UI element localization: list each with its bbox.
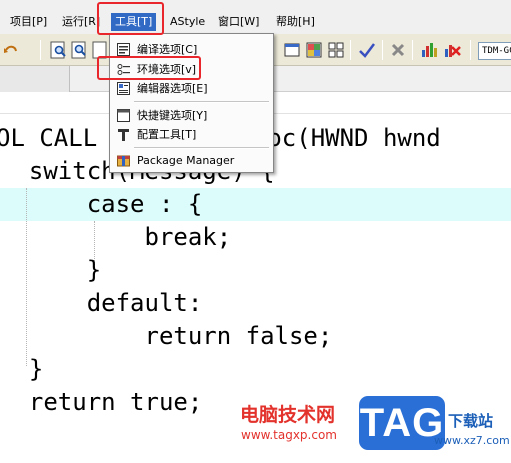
code-line: default:: [0, 289, 203, 317]
environment-options-highlight: [97, 56, 201, 80]
code-line: return true;: [0, 388, 203, 416]
toolbar-separator: [382, 40, 383, 60]
menu-item-label: Package Manager: [137, 154, 235, 167]
build-config-select[interactable]: TDM-GCC: [478, 42, 511, 60]
menu-item-label: 编辑器选项[E]: [137, 82, 208, 95]
menu-bar: 项目[P] 运行[R] 工具[T] AStyle 窗口[W] 帮助[H]: [0, 0, 511, 34]
menu-run[interactable]: 运行[R]: [62, 13, 100, 31]
menu-separator: [134, 147, 269, 149]
watermark-site-url: www.tagxp.com: [241, 428, 337, 442]
menu-window[interactable]: 窗口[W]: [218, 13, 259, 31]
menu-item-configure-tools[interactable]: 配置工具[T]: [111, 125, 272, 144]
tile-windows-icon[interactable]: [305, 41, 323, 59]
shortcut-options-icon: [117, 109, 130, 122]
new-window-icon[interactable]: [283, 41, 301, 59]
configure-tools-icon: [117, 128, 130, 141]
toolbar-separator: [470, 40, 471, 60]
code-line: return false;: [0, 322, 333, 350]
toolbar-separator: [350, 40, 351, 60]
delete-profile-icon[interactable]: [443, 41, 461, 59]
watermark-side-url: www.xz7.com: [434, 434, 510, 447]
code-line: }: [0, 256, 102, 284]
menu-help[interactable]: 帮助[H]: [276, 13, 315, 31]
menu-item-label: 配置工具[T]: [137, 128, 197, 141]
compiler-options-icon: [117, 43, 130, 56]
menu-item-label: 快捷键选项[Y]: [137, 109, 208, 122]
tools-menu-highlight: [97, 2, 164, 35]
code-line: OL CALL: [0, 124, 98, 152]
toolbar-separator: [412, 40, 413, 60]
editor-options-icon: [117, 82, 130, 95]
find-icon[interactable]: [50, 41, 68, 59]
tools-dropdown-menu: 编译选项[C] 环境选项[v] 编辑器选项[E] 快捷键选项[Y] 配置工具[T…: [109, 33, 274, 173]
code-line: case : {: [0, 190, 203, 218]
code-line: }: [0, 355, 44, 383]
watermark-side-text: 下载站: [448, 412, 494, 430]
menu-separator: [134, 101, 269, 103]
package-manager-icon: [117, 154, 130, 167]
menu-item-package-manager[interactable]: Package Manager: [111, 151, 272, 170]
menu-project[interactable]: 项目[P]: [10, 13, 47, 31]
menu-item-editor-options[interactable]: 编辑器选项[E]: [111, 79, 272, 98]
menu-item-label: 编译选项[C]: [137, 43, 198, 56]
code-line: break;: [0, 223, 232, 251]
find-next-icon[interactable]: [71, 41, 89, 59]
stop-icon[interactable]: [389, 41, 407, 59]
grid-icon[interactable]: [327, 41, 345, 59]
watermark-site-name: 电脑技术网: [240, 404, 336, 426]
menu-item-shortcut-options[interactable]: 快捷键选项[Y]: [111, 106, 272, 125]
file-tab[interactable]: [0, 66, 70, 92]
profile-chart-icon[interactable]: [420, 41, 438, 59]
watermark-tag-logo: TAG: [359, 396, 445, 450]
toolbar-separator: [40, 40, 41, 60]
undo-icon[interactable]: [2, 41, 20, 59]
check-syntax-icon[interactable]: [358, 41, 376, 59]
menu-astyle[interactable]: AStyle: [170, 13, 205, 31]
